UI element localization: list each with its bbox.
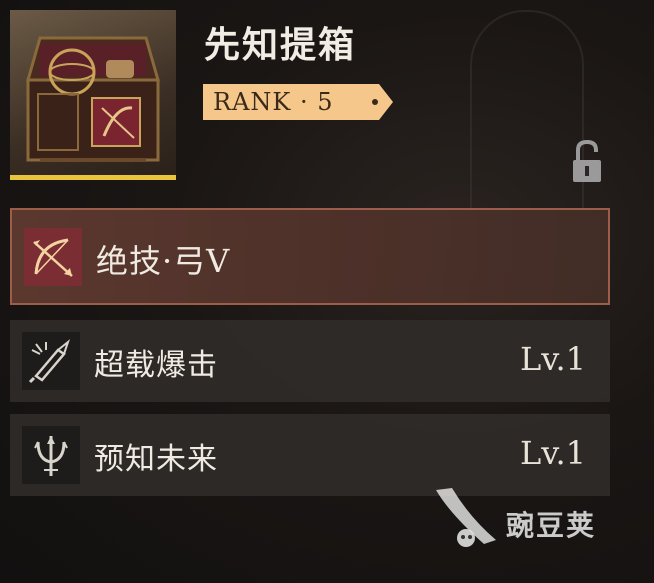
skill-level: Lv.1: [519, 340, 586, 378]
skill-row-bow[interactable]: 绝技·弓V: [10, 208, 610, 305]
bow-arrow-icon: [24, 228, 82, 286]
trident-icon: [22, 426, 80, 484]
background-arch: [470, 10, 584, 212]
treasure-chest-icon: [26, 36, 160, 162]
skill-level: Lv.1: [519, 434, 586, 472]
pea-pod-logo-icon: [436, 488, 496, 547]
rank-badge: RANK · 5: [203, 84, 393, 120]
skill-name: 超载爆击: [94, 348, 218, 383]
watermark-text: 豌豆荚: [506, 509, 597, 542]
item-title: 先知提箱: [204, 24, 357, 66]
rank-label: RANK · 5: [213, 88, 334, 116]
watermark: 豌豆荚: [430, 484, 630, 554]
skill-name: 预知未来: [94, 442, 218, 477]
item-thumbnail: [10, 10, 176, 180]
unlock-icon[interactable]: [570, 138, 604, 184]
skill-name: 绝技·弓V: [96, 242, 231, 280]
skill-row-overload[interactable]: 超载爆击 Lv.1: [10, 320, 610, 402]
sword-burst-icon: [22, 332, 80, 390]
